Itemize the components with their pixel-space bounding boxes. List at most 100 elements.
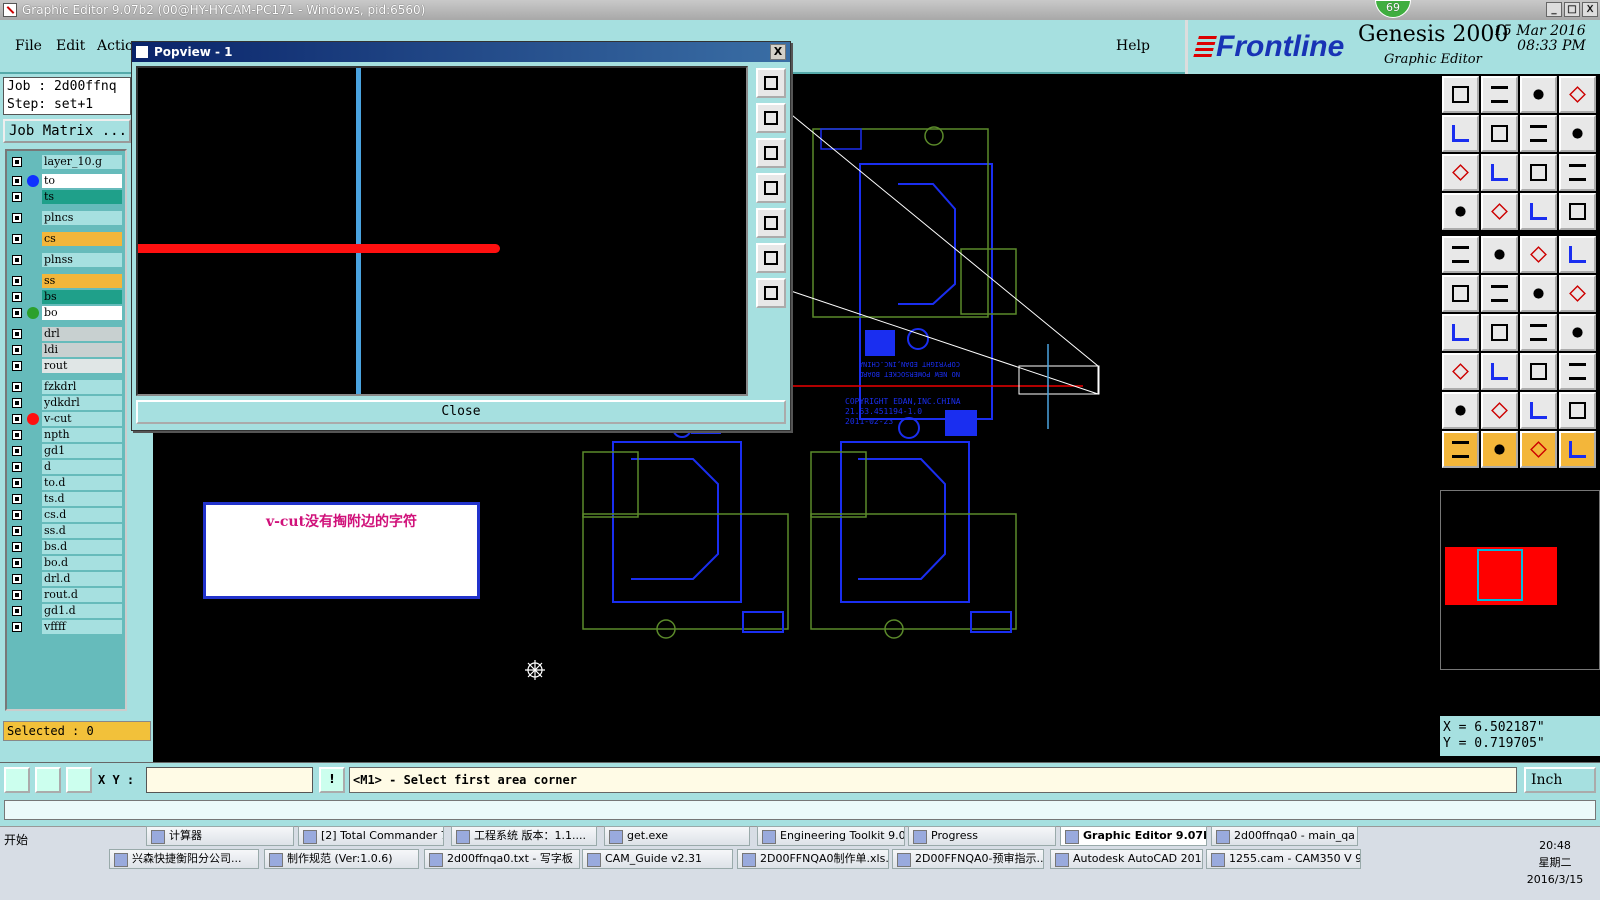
- layer-visibility-checkbox[interactable]: [12, 276, 22, 286]
- tool-button-cross[interactable]: [1481, 275, 1518, 312]
- tool-button-pan-up[interactable]: [1442, 76, 1479, 113]
- layer-row[interactable]: bo: [9, 306, 125, 320]
- taskbar-button[interactable]: 2D00FFNQA0-预审指示...: [892, 849, 1044, 869]
- measure-mode-button[interactable]: [35, 767, 61, 793]
- layer-visibility-checkbox[interactable]: [12, 213, 22, 223]
- tool-button-pan-down[interactable]: [1481, 76, 1518, 113]
- layer-visibility-checkbox[interactable]: [12, 510, 22, 520]
- popview-canvas[interactable]: [136, 66, 748, 396]
- popview-zoom-in-button[interactable]: [756, 278, 786, 308]
- tool-button-stretch[interactable]: [1520, 353, 1557, 390]
- tool-button-pointer-circle[interactable]: [1520, 431, 1557, 468]
- layer-row[interactable]: to.d: [9, 476, 125, 490]
- taskbar-button[interactable]: 兴森快捷衡阳分公司...: [109, 849, 259, 869]
- tool-button-pointer-path[interactable]: [1559, 431, 1596, 468]
- notification-badge[interactable]: 69: [1375, 0, 1411, 18]
- taskbar-button[interactable]: 2D00FFNQA0制作单.xls...: [737, 849, 889, 869]
- taskbar-button[interactable]: Progress: [908, 826, 1056, 846]
- tool-button-peak[interactable]: [1481, 392, 1518, 429]
- popview-pan-left-button[interactable]: [756, 173, 786, 203]
- layer-row[interactable]: to: [9, 174, 125, 188]
- start-button[interactable]: 开始: [4, 831, 28, 848]
- layer-visibility-checkbox[interactable]: [12, 382, 22, 392]
- tool-button-pad-select[interactable]: [1442, 236, 1479, 273]
- layer-row[interactable]: ss.d: [9, 524, 125, 538]
- layer-row[interactable]: vffff: [9, 620, 125, 634]
- tool-button-wrench[interactable]: [1442, 193, 1479, 230]
- grid-mode-button[interactable]: [66, 767, 92, 793]
- taskbar-button[interactable]: get.exe: [604, 826, 750, 846]
- popview-zoom-window-button[interactable]: [756, 68, 786, 98]
- menu-edit[interactable]: Edit: [56, 38, 85, 54]
- layer-row[interactable]: bo.d: [9, 556, 125, 570]
- menu-actions[interactable]: Actio: [97, 38, 133, 54]
- tool-button-dot[interactable]: [1559, 236, 1596, 273]
- layer-visibility-checkbox[interactable]: [12, 255, 22, 265]
- layer-row[interactable]: drl.d: [9, 572, 125, 586]
- layer-visibility-checkbox[interactable]: [12, 192, 22, 202]
- tool-button-pan-right[interactable]: [1481, 115, 1518, 152]
- layer-row[interactable]: ss: [9, 274, 125, 288]
- menu-file[interactable]: File: [15, 38, 42, 54]
- layer-row[interactable]: gd1: [9, 444, 125, 458]
- layer-row[interactable]: fzkdrl: [9, 380, 125, 394]
- taskbar-button[interactable]: 2d00ffnqa0 - main_qa: [1211, 826, 1358, 846]
- layer-visibility-checkbox[interactable]: [12, 414, 22, 424]
- tool-button-help[interactable]: [1559, 154, 1596, 191]
- system-clock[interactable]: 20:48 星期二 2016/3/15: [1520, 837, 1590, 888]
- layer-row[interactable]: bs.d: [9, 540, 125, 554]
- layer-visibility-checkbox[interactable]: [12, 345, 22, 355]
- taskbar-button[interactable]: Graphic Editor 9.07b...: [1060, 826, 1207, 846]
- popview-pan-up-button[interactable]: [756, 103, 786, 133]
- layer-row[interactable]: ts: [9, 190, 125, 204]
- taskbar-button[interactable]: 计算器: [146, 826, 294, 846]
- taskbar-button[interactable]: Engineering Toolkit 9.0...: [757, 826, 905, 846]
- layer-row[interactable]: d: [9, 460, 125, 474]
- layer-visibility-checkbox[interactable]: [12, 462, 22, 472]
- layer-visibility-checkbox[interactable]: [12, 478, 22, 488]
- layer-row[interactable]: cs: [9, 232, 125, 246]
- tool-button-home-view[interactable]: [1520, 76, 1557, 113]
- units-dropdown[interactable]: Inch: [1524, 767, 1596, 793]
- layer-row[interactable]: cs.d: [9, 508, 125, 522]
- menu-help[interactable]: Help: [1116, 38, 1150, 54]
- minimize-button[interactable]: _: [1546, 2, 1562, 17]
- tool-button-redraw[interactable]: [1559, 115, 1596, 152]
- tool-button-zoom-previous[interactable]: [1520, 115, 1557, 152]
- taskbar-button[interactable]: CAM_Guide v2.31: [582, 849, 733, 869]
- layer-visibility-checkbox[interactable]: [12, 234, 22, 244]
- tool-button-pointer-box[interactable]: [1481, 431, 1518, 468]
- tool-button-dash[interactable]: [1481, 353, 1518, 390]
- layer-row[interactable]: plncs: [9, 211, 125, 225]
- tool-button-ruler[interactable]: [1520, 236, 1557, 273]
- tool-button-segment[interactable]: [1520, 275, 1557, 312]
- job-matrix-button[interactable]: Job Matrix ...: [3, 119, 131, 143]
- close-window-button[interactable]: X: [1582, 2, 1598, 17]
- popview-pan-down-button[interactable]: [756, 138, 786, 168]
- layer-row[interactable]: rout.d: [9, 588, 125, 602]
- layer-visibility-checkbox[interactable]: [12, 574, 22, 584]
- tool-button-net-highlight[interactable]: [1520, 193, 1557, 230]
- tool-button-peak-a[interactable]: [1520, 392, 1557, 429]
- taskbar-button[interactable]: [2] Total Commander 7....: [298, 826, 444, 846]
- tool-button-ratio-one-two[interactable]: [1520, 154, 1557, 191]
- layer-row[interactable]: rout: [9, 359, 125, 373]
- tool-button-fit-vertical[interactable]: [1442, 154, 1479, 191]
- mini-map[interactable]: [1440, 490, 1600, 670]
- layer-visibility-checkbox[interactable]: [12, 398, 22, 408]
- tool-button-node-add[interactable]: [1442, 353, 1479, 390]
- layer-visibility-checkbox[interactable]: [12, 446, 22, 456]
- popview-zoom-out-button[interactable]: [756, 243, 786, 273]
- taskbar-button[interactable]: 1255.cam - CAM350 V 9...: [1206, 849, 1361, 869]
- layer-visibility-checkbox[interactable]: [12, 361, 22, 371]
- layer-row[interactable]: v-cut: [9, 412, 125, 426]
- tool-button-probe[interactable]: [1481, 193, 1518, 230]
- layer-visibility-checkbox[interactable]: [12, 494, 22, 504]
- tool-button-line-draw[interactable]: [1481, 236, 1518, 273]
- tool-button-slash[interactable]: [1481, 314, 1518, 351]
- layer-row[interactable]: drl: [9, 327, 125, 341]
- popview-close-x-button[interactable]: X: [770, 44, 786, 60]
- layer-visibility-checkbox[interactable]: [12, 558, 22, 568]
- layer-visibility-checkbox[interactable]: [12, 329, 22, 339]
- execute-button[interactable]: !: [319, 767, 345, 793]
